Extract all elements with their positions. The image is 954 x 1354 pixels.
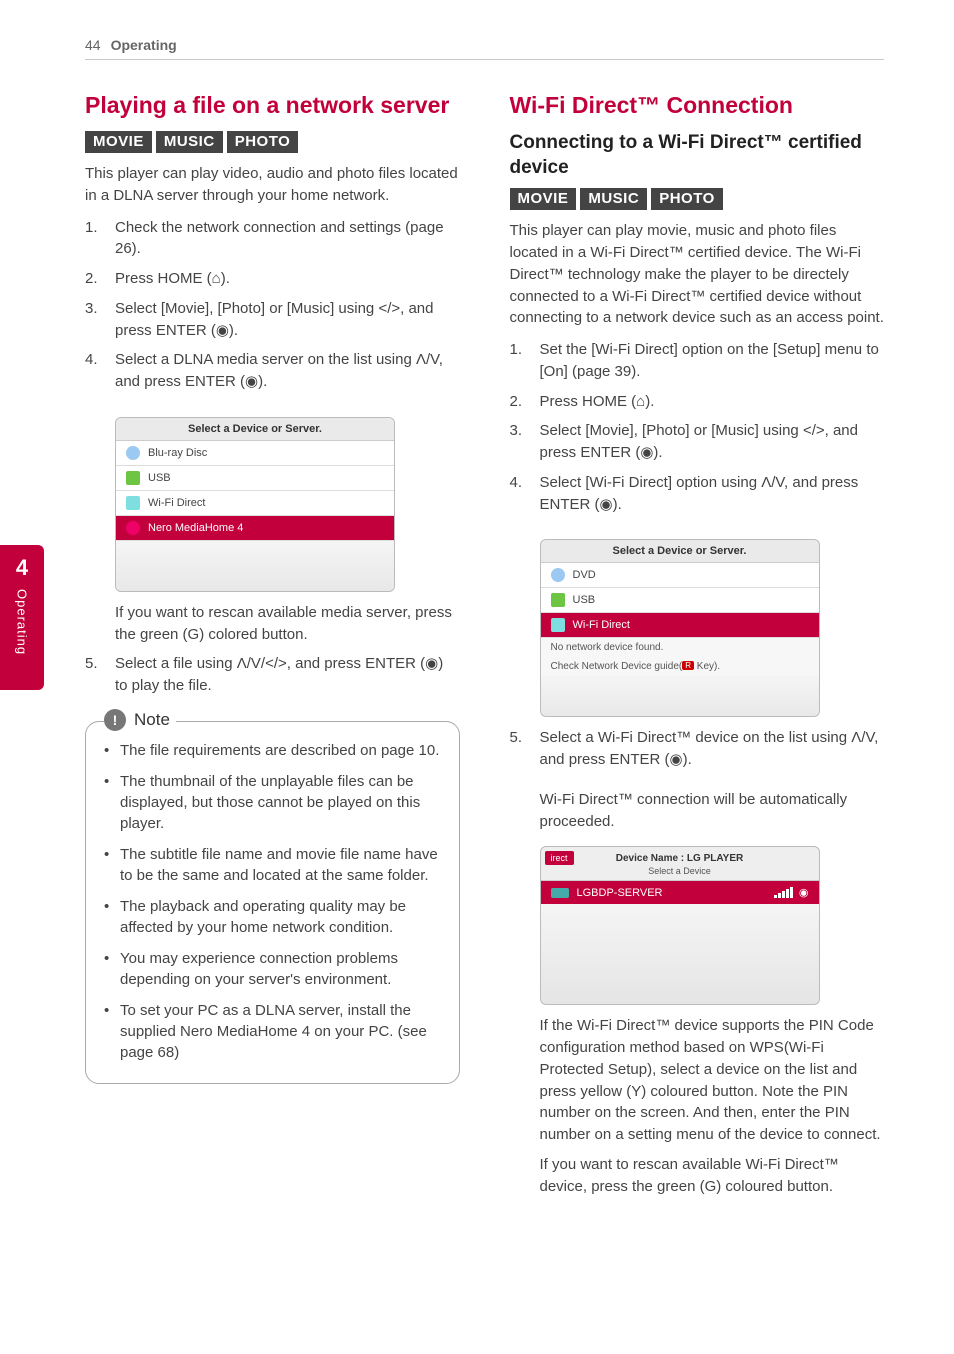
left-intro: This player can play video, audio and ph… [85, 163, 460, 207]
enter-icon: ◉ [799, 886, 809, 899]
usb-icon [551, 593, 565, 607]
note-label: Note [134, 710, 170, 730]
list-item: Wi-Fi Direct [116, 491, 394, 516]
step-item: Press HOME (⌂). [85, 268, 460, 290]
page-header: 44 Operating [85, 37, 884, 60]
right-title: Wi-Fi Direct™ Connection [510, 90, 885, 121]
list-item: USB [116, 466, 394, 491]
note-item: The thumbnail of the unplayable files ca… [104, 771, 441, 834]
note-item: The playback and operating quality may b… [104, 896, 441, 938]
device-icon [551, 888, 569, 898]
wps-note: If the Wi-Fi Direct™ device supports the… [510, 1015, 885, 1146]
list-item-selected: Nero MediaHome 4 [116, 516, 394, 541]
note-item: You may experience connection problems d… [104, 948, 441, 990]
red-key-icon: R [682, 661, 694, 670]
wifi-icon [126, 496, 140, 510]
step-item: Select a DLNA media server on the list u… [85, 349, 460, 393]
left-steps: Check the network connection and setting… [85, 217, 460, 401]
left-title: Playing a file on a network server [85, 90, 460, 121]
rescan-note: If you want to rescan available media se… [85, 602, 460, 646]
note-header: ! Note [104, 709, 176, 731]
right-step5: Select a Wi-Fi Direct™ device on the lis… [510, 727, 885, 779]
step-item: Press HOME (⌂). [510, 391, 885, 413]
badge-movie: MOVIE [510, 188, 577, 210]
section-name: Operating [111, 37, 177, 53]
step5-followup: Wi-Fi Direct™ connection will be automat… [510, 789, 885, 833]
info-icon: ! [104, 709, 126, 731]
step-item: Select a file using Λ/V/</>, and press E… [85, 653, 460, 697]
select-device-label: Select a Device [541, 866, 819, 881]
badge-photo: PHOTO [651, 188, 723, 210]
disc-icon [551, 568, 565, 582]
chapter-number: 4 [16, 555, 28, 581]
right-column: Wi-Fi Direct™ Connection Connecting to a… [510, 90, 885, 1205]
step-item: Select [Movie], [Photo] or [Music] using… [85, 298, 460, 342]
media-badges: MOVIE MUSIC PHOTO [510, 188, 885, 210]
signal-icon [774, 887, 793, 898]
right-subtitle: Connecting to a Wi-Fi Direct™ certified … [510, 131, 885, 180]
step-item: Check the network connection and setting… [85, 217, 460, 261]
screenshot-title: Select a Device or Server. [541, 540, 819, 563]
list-item-selected: Wi-Fi Direct [541, 613, 819, 638]
device-list-screenshot: Select a Device or Server. DVD USB Wi-Fi… [540, 539, 820, 717]
tab-label: irect [545, 851, 574, 865]
right-steps: Set the [Wi-Fi Direct] option on the [Se… [510, 339, 885, 523]
note-item: The file requirements are described on p… [104, 740, 441, 761]
badge-music: MUSIC [580, 188, 647, 210]
right-intro: This player can play movie, music and ph… [510, 220, 885, 329]
media-badges: MOVIE MUSIC PHOTO [85, 131, 460, 153]
note-item: To set your PC as a DLNA server, install… [104, 1000, 441, 1063]
wifi-icon [551, 618, 565, 632]
badge-photo: PHOTO [227, 131, 299, 153]
device-name-label: Device Name : LG PLAYER [541, 847, 819, 866]
left-column: Playing a file on a network server MOVIE… [85, 90, 460, 1205]
screenshot-title: Select a Device or Server. [116, 418, 394, 441]
page-number: 44 [85, 37, 101, 53]
screenshot-message: Check Network Device guide(R Key). [541, 657, 819, 676]
badge-movie: MOVIE [85, 131, 152, 153]
device-list-screenshot: Select a Device or Server. Blu-ray Disc … [115, 417, 395, 592]
wifi-direct-device-screenshot: irect Device Name : LG PLAYER Select a D… [540, 846, 820, 1005]
step-item: Set the [Wi-Fi Direct] option on the [Se… [510, 339, 885, 383]
note-box: ! Note The file requirements are describ… [85, 721, 460, 1084]
step-item: Select [Movie], [Photo] or [Music] using… [510, 420, 885, 464]
chapter-side-tab: 4 Operating [0, 545, 44, 690]
disc-icon [126, 446, 140, 460]
list-item: Blu-ray Disc [116, 441, 394, 466]
rescan-note: If you want to rescan available Wi-Fi Di… [510, 1154, 885, 1198]
chapter-label: Operating [15, 589, 30, 655]
server-icon [126, 521, 140, 535]
step-item: Select [Wi-Fi Direct] option using Λ/V, … [510, 472, 885, 516]
note-item: The subtitle file name and movie file na… [104, 844, 441, 886]
badge-music: MUSIC [156, 131, 223, 153]
screenshot-message: No network device found. [541, 638, 819, 657]
note-bullets: The file requirements are described on p… [104, 740, 441, 1063]
usb-icon [126, 471, 140, 485]
list-item: USB [541, 588, 819, 613]
device-row-selected: LGBDP-SERVER ◉ [541, 881, 819, 904]
step-item: Select a Wi-Fi Direct™ device on the lis… [510, 727, 885, 771]
left-step5: Select a file using Λ/V/</>, and press E… [85, 653, 460, 705]
list-item: DVD [541, 563, 819, 588]
